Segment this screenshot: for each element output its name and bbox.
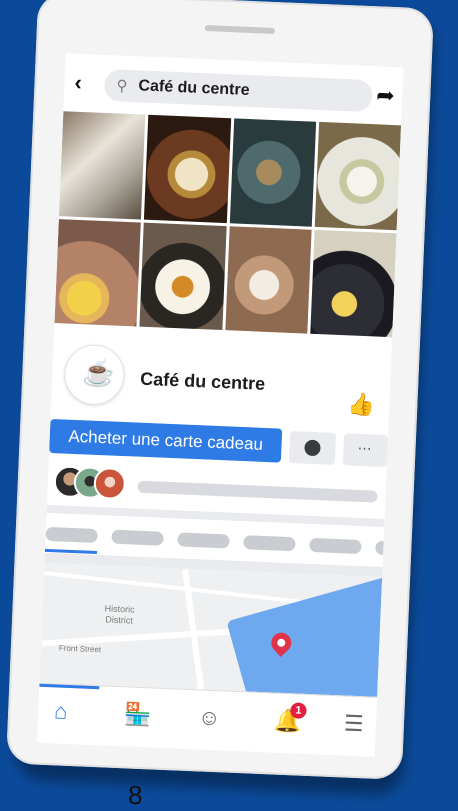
buy-gift-card-button[interactable]: Acheter une carte cadeau (49, 418, 283, 463)
phone-speaker (204, 25, 276, 34)
friends-placeholder-bar (137, 480, 378, 503)
messenger-button[interactable] (288, 430, 337, 465)
nav-active-indicator (39, 683, 100, 690)
friend-avatars (53, 465, 134, 501)
avatar[interactable] (93, 466, 127, 501)
like-icon[interactable]: 👍 (347, 391, 375, 418)
home-icon[interactable]: ⌂ (54, 698, 68, 725)
photo-tile[interactable] (139, 222, 227, 331)
menu-icon[interactable]: ☰ (343, 710, 364, 737)
tab-placeholder[interactable] (309, 537, 362, 555)
page-logo[interactable]: ☕ (63, 343, 126, 406)
photo-tile[interactable] (54, 218, 142, 327)
page-title: Café du centre (139, 368, 266, 394)
more-icon: ⋯ (357, 439, 372, 457)
phone-frame: ‹ ⚲ Café du centre ➦ ☕ Café du centre 👍 … (6, 0, 434, 780)
more-options-button[interactable]: ⋯ (342, 433, 389, 468)
photo-tile[interactable] (224, 225, 312, 334)
map-water (226, 573, 383, 697)
tab-placeholder[interactable] (243, 535, 296, 552)
location-map[interactable]: Historic District Front Street (39, 562, 383, 697)
tab-placeholder[interactable] (45, 526, 98, 544)
page-number: 8 (128, 780, 143, 810)
profile-icon[interactable]: ☺ (198, 704, 221, 731)
photo-tile[interactable] (229, 118, 316, 227)
map-label-district: Historic District (104, 603, 135, 626)
photo-tile[interactable] (310, 229, 397, 338)
photo-tile[interactable] (144, 114, 231, 223)
back-icon[interactable]: ‹ (74, 70, 82, 96)
search-icon: ⚲ (116, 77, 128, 95)
bottom-navigation: ⌂ 🏪 ☺ 🔔 1 ☰ (36, 682, 378, 757)
photo-grid (54, 111, 402, 338)
search-input[interactable]: ⚲ Café du centre (103, 68, 373, 113)
share-icon[interactable]: ➦ (376, 82, 395, 109)
tab-placeholder[interactable] (111, 529, 164, 546)
tab-placeholder[interactable] (375, 540, 404, 557)
map-pin-dot (275, 637, 287, 649)
photo-tile[interactable] (314, 121, 402, 230)
search-query: Café du centre (138, 77, 250, 99)
app-screen: ‹ ⚲ Café du centre ➦ ☕ Café du centre 👍 … (36, 53, 404, 757)
notification-badge: 1 (290, 702, 307, 719)
tab-placeholder[interactable] (177, 532, 230, 549)
coffee-cup-icon: ☕ (81, 357, 116, 389)
messenger-icon (304, 439, 321, 457)
photo-tile[interactable] (58, 111, 146, 220)
map-label-street: Front Street (58, 643, 102, 655)
shop-icon[interactable]: 🏪 (124, 701, 152, 728)
